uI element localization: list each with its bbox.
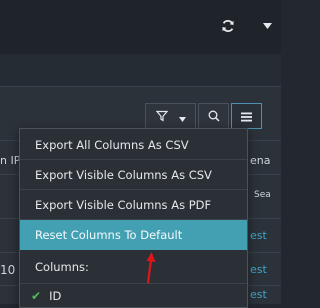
menu-item-export-all-csv[interactable]: Export All Columns As CSV: [20, 130, 247, 160]
table-subheader-fragment: Sea: [254, 190, 271, 200]
filter-icon: [155, 107, 168, 126]
checkmark-icon: ✔: [31, 289, 42, 303]
menu-item-export-visible-csv[interactable]: Export Visible Columns As CSV: [20, 160, 247, 190]
columns-header: Columns:: [20, 250, 247, 284]
table-header-fragment: n IP: [0, 154, 21, 167]
column-toggle-id[interactable]: ✔ ID: [20, 284, 247, 308]
search-icon: [208, 107, 220, 126]
column-options-menu: Export All Columns As CSV Export Visible…: [19, 128, 248, 308]
top-navbar: [0, 0, 281, 54]
filter-button[interactable]: [145, 103, 196, 129]
table-cell-link[interactable]: est: [250, 288, 267, 301]
search-button[interactable]: [198, 103, 229, 129]
table-cell: 10: [0, 263, 16, 277]
annotation-arrow-icon: [146, 252, 156, 284]
menu-item-reset-columns[interactable]: Reset Columns To Default: [20, 220, 247, 250]
table-cell-link[interactable]: est: [250, 263, 267, 276]
refresh-icon[interactable]: [219, 17, 237, 35]
page-spacer: [0, 54, 281, 86]
column-menu-button[interactable]: [231, 103, 262, 129]
table-header-fragment: ena: [250, 154, 271, 167]
chevron-down-icon[interactable]: [262, 21, 272, 31]
hamburger-icon: [241, 107, 252, 126]
menu-item-export-visible-pdf[interactable]: Export Visible Columns As PDF: [20, 190, 247, 220]
table-cell-link[interactable]: est: [250, 229, 267, 242]
chevron-down-icon: [178, 107, 186, 126]
column-toggle-label: ID: [49, 289, 62, 303]
